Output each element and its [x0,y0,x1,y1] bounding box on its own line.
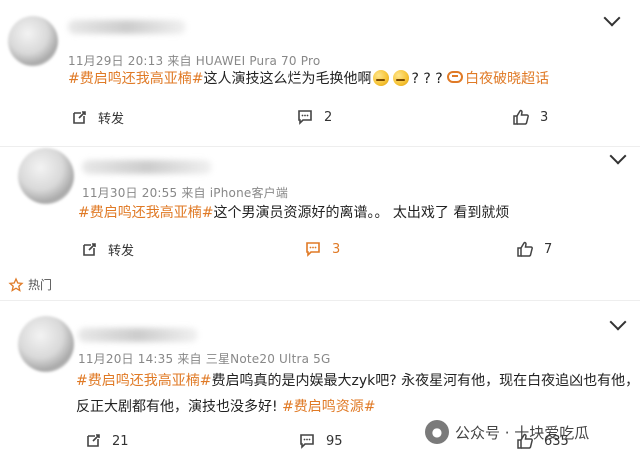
comment-button[interactable]: 3 [304,240,340,258]
repost-label: 转发 [98,112,125,127]
chevron-down-icon[interactable] [609,313,627,331]
post-text: 这个男演员资源好的离谱。。 太出戏了 看到就烦 [213,205,510,221]
like-icon [513,109,529,125]
avatar[interactable] [18,148,74,204]
post-meta: 11月20日 14:35 来自 三星Note20 Ultra 5G [78,352,331,366]
like-button[interactable]: 3 [512,108,548,126]
link-icon [447,71,464,83]
repost-label: 转发 [108,244,135,259]
divider [0,300,640,301]
repost-button[interactable]: 转发 [80,240,134,259]
divider [0,146,640,147]
comment-icon [306,242,320,257]
like-button[interactable]: 7 [516,240,552,258]
repost-count: 21 [112,433,129,449]
repost-icon [87,434,100,447]
sweat-smile-emoji [373,70,390,86]
hot-label: 热门 [28,278,53,292]
super-topic-link[interactable]: 白夜破晓超话 [465,71,549,87]
repost-button[interactable]: 转发 [70,108,124,127]
watermark-text: 公众号 · 十块爱吃瓜 [455,423,590,442]
repost-button[interactable]: 21 [84,432,129,450]
post-text-suffix: ? ? ? [411,71,448,87]
post-content: #费启鸣还我高亚楠#费启鸣真的是内娱最大zyk吧? 永夜星河有他，现在白夜追凶也… [76,368,640,420]
repost-icon [83,242,96,256]
hashtag-link[interactable]: #费启鸣还我高亚楠# [78,205,213,221]
hot-section-header: 热门 [8,276,52,293]
like-count: 3 [540,109,549,125]
comment-button[interactable]: 95 [298,432,343,450]
comment-icon [298,110,312,125]
comment-count: 95 [326,433,343,449]
wechat-icon: ● [425,420,449,444]
avatar[interactable] [8,16,58,66]
avatar[interactable] [18,316,74,372]
sweat-smile-emoji [393,70,410,86]
weibo-comment-feed: 11月29日 20:13 来自 HUAWEI Pura 70 Pro #费启鸣还… [0,0,640,460]
comment-count: 3 [332,241,341,257]
post-text: 这人演技这么烂为毛换他啊 [203,71,372,87]
chevron-down-icon[interactable] [603,9,621,27]
post-content: #费启鸣还我高亚楠#这个男演员资源好的离谱。。 太出戏了 看到就烦 [78,200,509,226]
username-blurred[interactable] [78,328,198,342]
chevron-down-icon[interactable] [609,147,627,165]
wechat-watermark: ● 公众号 · 十块爱吃瓜 [425,420,589,444]
post-meta: 11月30日 20:55 来自 iPhone客户端 [82,186,289,200]
comment-icon [300,434,314,449]
hashtag-link[interactable]: #费启鸣资源# [282,399,375,415]
comment-button[interactable]: 2 [296,108,332,126]
post-content: #费启鸣还我高亚楠#这人演技这么烂为毛换他啊 ? ? ? 白夜破晓超话 [68,66,549,92]
hot-icon [8,276,24,292]
comment-card-2: 11月30日 20:55 来自 iPhone客户端 #费启鸣还我高亚楠#这个男演… [0,147,640,270]
like-icon [517,241,533,257]
like-count: 7 [544,241,553,257]
repost-icon [73,110,86,124]
comment-card-1: 11月29日 20:13 来自 HUAWEI Pura 70 Pro #费启鸣还… [0,0,640,150]
hashtag-link[interactable]: #费启鸣还我高亚楠# [76,373,211,389]
comment-count: 2 [324,109,333,125]
username-blurred[interactable] [68,20,186,34]
hashtag-link[interactable]: #费启鸣还我高亚楠# [68,71,203,87]
username-blurred[interactable] [82,160,212,174]
